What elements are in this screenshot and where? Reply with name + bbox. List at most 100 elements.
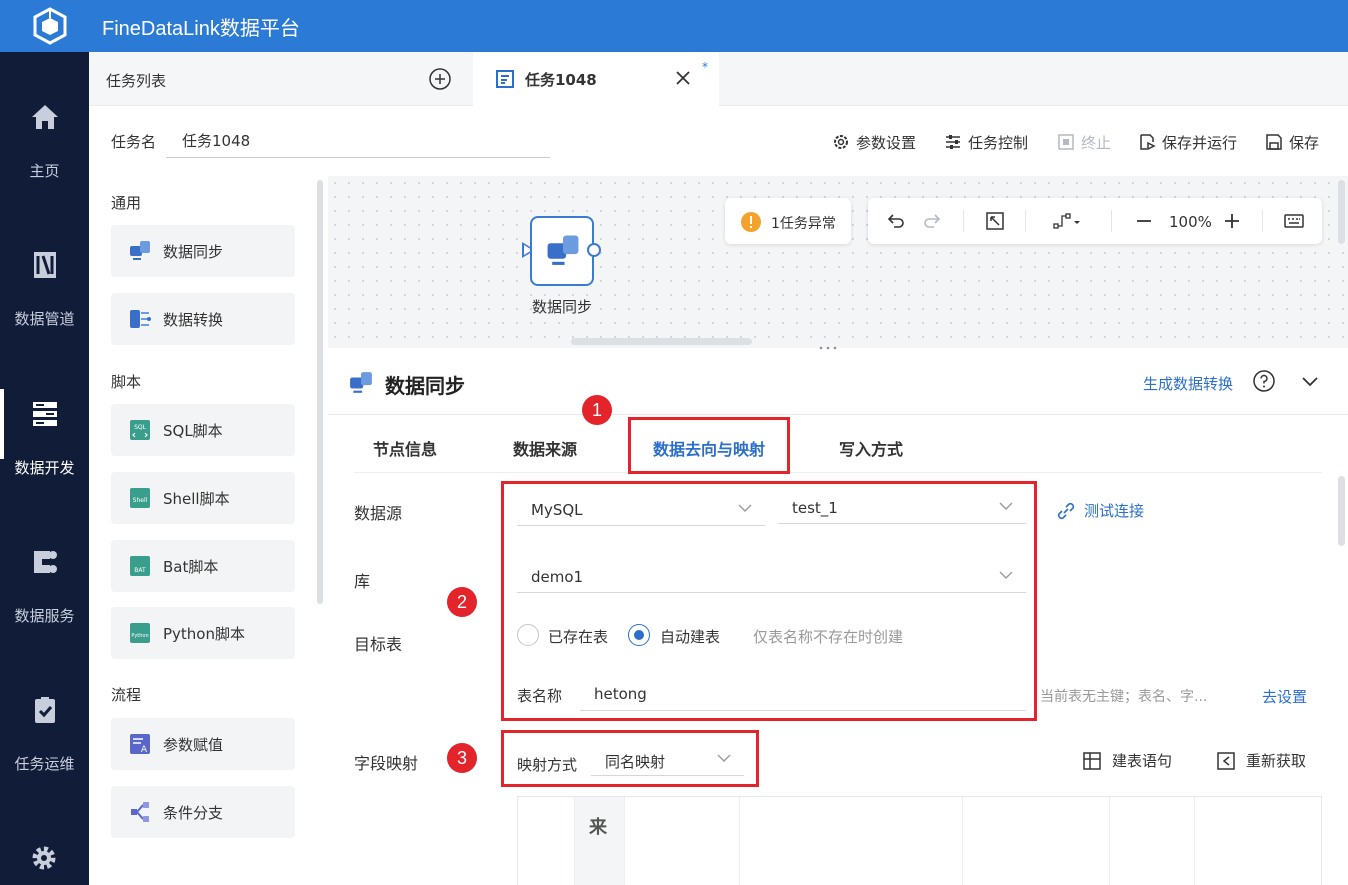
nav-item-home[interactable]: 主页 [0,102,89,222]
test-connection-button[interactable]: 测试连接 [1056,500,1144,521]
datasource-conn-select[interactable]: test_1 [778,488,1026,524]
component-panel-scrollbar[interactable] [317,180,323,604]
params-settings-label: 参数设置 [856,133,917,152]
config-divider [328,414,1348,415]
comp-bat-script[interactable]: BAT Bat脚本 [111,540,295,592]
svg-text:BAT: BAT [134,567,146,574]
comp-sql-script[interactable]: SQL SQL脚本 [111,404,295,456]
create-table-sql-button[interactable]: 建表语句 [1082,750,1172,771]
nav-label: 数据开发 [14,459,75,477]
svg-text:SQL: SQL [134,424,147,431]
refetch-icon [1217,751,1235,770]
subtab-data-target-mapping[interactable]: 数据去向与映射 [653,436,765,460]
canvas-vertical-scrollbar[interactable] [1338,180,1345,244]
select-value: test_1 [792,499,838,517]
subtab-node-info[interactable]: 节点信息 [373,436,437,460]
taskname-input[interactable] [166,124,550,158]
select-value: MySQL [531,501,583,519]
zoom-in-icon[interactable] [1222,211,1242,231]
stop-button[interactable]: 终止 [1057,130,1111,154]
tab-task-list[interactable]: 任务列表 [89,52,473,106]
add-tab-icon[interactable] [429,68,451,90]
close-icon[interactable] [673,68,693,88]
comp-data-sync[interactable]: 数据同步 [111,225,295,277]
config-vertical-scrollbar[interactable] [1338,476,1345,546]
go-setting-link[interactable]: 去设置 [1262,686,1307,707]
task-control-button[interactable]: 任务控制 [944,130,1028,154]
stop-label: 终止 [1081,133,1112,152]
fit-view-icon[interactable] [985,211,1005,231]
subtab-data-source[interactable]: 数据来源 [513,436,577,460]
gear-icon [834,135,848,149]
save-label: 保存 [1289,133,1320,152]
group-title-general: 通用 [111,194,142,212]
comp-label: 数据同步 [163,243,224,261]
redo-icon[interactable] [922,211,942,231]
annotation-badge-2: 2 [447,587,477,617]
canvas-horizontal-scrollbar[interactable] [571,338,752,345]
create-table-sql-label: 建表语句 [1112,752,1173,770]
chevron-down-icon[interactable] [1300,372,1320,392]
settings-gear-icon[interactable] [30,844,58,872]
help-icon[interactable] [1253,370,1275,392]
layout-connector-icon[interactable] [1052,211,1082,231]
save-and-run-button[interactable]: 保存并运行 [1138,130,1237,154]
comp-shell-script[interactable]: Shell Shell脚本 [111,472,295,524]
save-run-icon [1140,134,1156,151]
data-sync-icon [547,235,579,265]
task-tab-bar: 任务列表 任务1048 * [89,52,1348,106]
node-output-port[interactable] [587,243,601,257]
params-settings-button[interactable]: 参数设置 [832,130,916,154]
keyboard-icon[interactable] [1284,211,1304,231]
mapping-mode-label: 映射方式 [517,756,578,774]
radio-existing-label: 已存在表 [548,628,609,646]
radio-existing-table[interactable] [517,624,539,646]
canvas-node-data-sync[interactable] [530,216,594,286]
annotation-badge-3: 3 [447,743,477,773]
tablename-input[interactable] [580,677,1026,711]
target-table-label: 目标表 [354,635,403,654]
undo-icon[interactable] [886,211,906,231]
refetch-button[interactable]: 重新获取 [1216,750,1306,771]
svg-text:Shell: Shell [133,497,148,504]
comp-label: 条件分支 [163,804,224,822]
mapping-mode-select[interactable]: 同名映射 [591,740,744,776]
tab-task-label: 任务1048 [525,71,597,89]
chevron-down-icon [999,502,1013,510]
subtab-write-mode[interactable]: 写入方式 [839,436,903,460]
comp-param-assign[interactable]: A 参数赋值 [111,718,295,770]
chevron-down-icon [999,571,1013,579]
tab-task-1048[interactable]: 任务1048 * [473,52,719,106]
data-sync-icon [350,372,372,393]
bat-script-icon: BAT [130,556,150,576]
generate-transform-link[interactable]: 生成数据转换 [1143,373,1233,394]
dev-icon [33,402,57,426]
comp-data-transform[interactable]: 数据转换 [111,293,295,345]
modified-mark: * [702,60,708,74]
task-warning-badge[interactable]: 1任务异常 [725,198,851,244]
nav-label: 任务运维 [14,755,75,773]
pipeline-icon [34,252,56,278]
comp-python-script[interactable]: Python Python脚本 [111,607,295,659]
group-title-flow: 流程 [111,686,142,704]
param-assign-icon: A [130,734,150,755]
table-grid-icon [1083,751,1101,770]
component-panel [89,176,327,885]
zoom-out-icon[interactable] [1134,211,1154,231]
task-doc-icon [496,70,514,88]
save-button[interactable]: 保存 [1265,130,1319,154]
sql-script-icon: SQL [130,420,150,440]
comp-condition-branch[interactable]: 条件分支 [111,786,295,838]
nav-item-dev[interactable]: 数据开发 [0,389,89,519]
condition-branch-icon [131,802,149,822]
nav-label: 主页 [29,162,60,180]
save-and-run-label: 保存并运行 [1162,133,1238,152]
database-select[interactable]: demo1 [517,557,1026,593]
nav-item-ops[interactable]: 任务运维 [0,695,89,815]
svg-text:Python: Python [131,633,148,639]
nav-item-pipeline[interactable]: 数据管道 [0,250,89,370]
nav-item-service[interactable]: 数据服务 [0,547,89,667]
comp-label: Bat脚本 [163,558,219,576]
radio-auto-create[interactable] [628,624,650,646]
datasource-type-select[interactable]: MySQL [517,490,765,526]
